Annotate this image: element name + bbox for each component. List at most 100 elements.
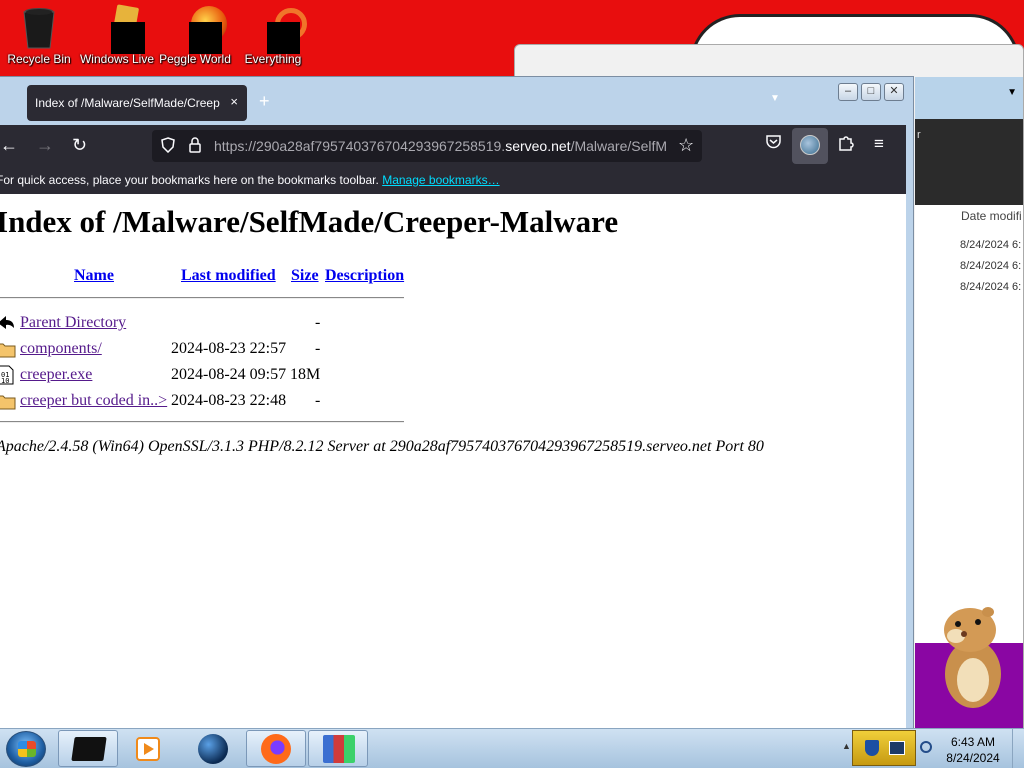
url-subdomain: 290a28af795740376704293967258519. xyxy=(256,138,506,154)
chevron-down-icon[interactable]: ▼ xyxy=(1007,87,1017,98)
file-modified: 2024-08-23 22:57 xyxy=(171,340,287,357)
column-header-size[interactable]: Size xyxy=(291,267,319,285)
divider xyxy=(0,421,404,423)
new-tab-button[interactable]: + xyxy=(259,91,270,112)
hamster-sticker-image xyxy=(940,604,1006,710)
minimize-button[interactable]: – xyxy=(838,83,858,101)
table-row: creeper but coded in..> 2024-08-23 22:48… xyxy=(0,390,330,412)
page-title: Index of /Malware/SelfMade/Creeper-Malwa… xyxy=(0,204,619,239)
globe-icon xyxy=(800,135,820,155)
tab-title: Index of /Malware/SelfMade/Creeper-Malwa… xyxy=(35,96,220,110)
extensions-puzzle-icon[interactable] xyxy=(838,134,854,157)
bluetooth-icon[interactable] xyxy=(920,741,932,753)
tracking-shield-icon[interactable] xyxy=(160,137,176,157)
show-hidden-icons-icon[interactable]: ▲ xyxy=(842,741,851,751)
server-signature: Apache/2.4.58 (Win64) OpenSSL/3.1.3 PHP/… xyxy=(0,438,764,455)
folder-icon xyxy=(0,391,16,411)
partial-title: r xyxy=(917,129,921,141)
taskbar-app-black[interactable] xyxy=(58,730,118,767)
bookmarks-toolbar-message: For quick access, place your bookmarks h… xyxy=(0,173,500,187)
url-text[interactable]: https://290a28af795740376704293967258519… xyxy=(214,138,666,154)
svg-text:10: 10 xyxy=(1,377,9,385)
background-window-titlebar[interactable] xyxy=(915,77,1023,119)
column-header-last-modified[interactable]: Last modified xyxy=(181,267,276,285)
back-arrow-icon[interactable]: ← xyxy=(0,135,18,155)
manage-bookmarks-link[interactable]: Manage bookmarks… xyxy=(382,173,499,187)
file-link[interactable]: creeper.exe xyxy=(20,366,92,384)
network-icon xyxy=(889,741,905,755)
reload-icon[interactable]: ↻ xyxy=(72,135,87,155)
desktop-icon-label: Peggle World xyxy=(159,52,231,66)
file-size: 18M xyxy=(290,366,321,383)
clock-date: 8/24/2024 xyxy=(946,751,1000,765)
maximize-button[interactable]: □ xyxy=(861,83,881,101)
desktop-icon-recycle-bin[interactable]: Recycle Bin xyxy=(0,4,78,66)
page-content: Index of /Malware/SelfMade/Creeper-Malwa… xyxy=(0,194,906,731)
taskbar: ▲ 6:43 AM 8/24/2024 xyxy=(0,728,1024,768)
column-header-name[interactable]: Name xyxy=(74,267,114,285)
list-item-date[interactable]: 8/24/2024 6: xyxy=(960,239,1021,251)
url-prefix: https:// xyxy=(214,138,257,154)
back-arrow-icon xyxy=(0,313,16,333)
url-path: /Malware/SelfMade/Creeper-Malware/ xyxy=(570,138,666,154)
file-link[interactable]: components/ xyxy=(20,340,102,358)
bookmark-star-icon[interactable]: ☆ xyxy=(678,135,694,156)
peggle-world-icon xyxy=(175,6,227,54)
windows-live-icon xyxy=(97,4,145,54)
pocket-icon[interactable] xyxy=(765,134,782,155)
taskbar-clock[interactable]: 6:43 AM 8/24/2024 xyxy=(938,734,1008,766)
tab-close-icon[interactable]: × xyxy=(230,94,238,109)
desktop-icon-label: Windows Live xyxy=(79,52,155,66)
desktop-icon-peggle-world[interactable]: Peggle World xyxy=(156,4,234,66)
url-domain: serveo.net xyxy=(505,138,571,154)
folder-icon xyxy=(0,339,16,359)
globe-icon xyxy=(198,734,228,764)
file-link[interactable]: Parent Directory xyxy=(20,314,126,332)
desktop-icon-everything[interactable]: Everything xyxy=(234,4,312,66)
file-size: - xyxy=(315,340,321,357)
firefox-window[interactable]: – □ ✕ Index of /Malware/SelfMade/Creeper… xyxy=(0,76,914,731)
bookmarks-toolbar: For quick access, place your bookmarks h… xyxy=(0,167,906,194)
table-row: Parent Directory - xyxy=(0,312,330,334)
table-row: 01 10 creeper.exe 2024-08-24 09:57 18M xyxy=(0,364,330,386)
list-all-tabs-icon[interactable]: ▼ xyxy=(770,93,780,104)
system-tray-icons[interactable] xyxy=(852,730,916,766)
start-button[interactable] xyxy=(6,731,46,767)
table-row: components/ 2024-08-23 22:57 - xyxy=(0,338,330,360)
desktop-icon-windows-live[interactable]: Windows Live xyxy=(78,4,156,66)
taskbar-app-media-player[interactable] xyxy=(120,730,180,767)
column-header-date-modified[interactable]: Date modifi xyxy=(961,209,1022,223)
taskbar-app-winrar[interactable] xyxy=(308,730,368,767)
file-size: - xyxy=(315,392,321,409)
desktop-icon-label: Everything xyxy=(244,52,302,66)
list-item-date[interactable]: 8/24/2024 6: xyxy=(960,281,1021,293)
shield-icon xyxy=(865,740,879,756)
winrar-icon xyxy=(323,735,355,763)
hamburger-menu-icon[interactable]: ≡ xyxy=(874,134,884,154)
desktop-icon-label: Recycle Bin xyxy=(7,52,71,66)
navigation-toolbar: ← → ↻ https://290a28af795740376704293967… xyxy=(0,125,906,167)
clock-time: 6:43 AM xyxy=(950,735,996,749)
file-modified: 2024-08-23 22:48 xyxy=(171,392,287,409)
binary-file-icon: 01 10 xyxy=(0,365,16,385)
bookmarks-hint-text: For quick access, place your bookmarks h… xyxy=(0,173,379,187)
file-link[interactable]: creeper but coded in..> xyxy=(20,392,167,410)
background-window-toolbar: r xyxy=(915,119,1023,205)
divider xyxy=(0,297,404,299)
firefox-icon xyxy=(261,734,291,764)
profile-globe-button[interactable] xyxy=(792,128,828,164)
forward-arrow-icon[interactable]: → xyxy=(36,135,54,155)
close-window-button[interactable]: ✕ xyxy=(884,83,904,101)
show-desktop-button[interactable] xyxy=(1012,729,1024,768)
taskbar-app-globe[interactable] xyxy=(184,730,244,767)
column-header-description[interactable]: Description xyxy=(325,267,404,285)
windows-flag-icon xyxy=(18,741,36,757)
list-item-date[interactable]: 8/24/2024 6: xyxy=(960,260,1021,272)
tab-active[interactable]: Index of /Malware/SelfMade/Creeper-Malwa… xyxy=(27,85,247,121)
file-list-pane[interactable]: Date modifi 8/24/2024 6: 8/24/2024 6: 8/… xyxy=(915,205,1023,643)
everything-search-icon xyxy=(253,6,307,54)
taskbar-app-firefox[interactable] xyxy=(246,730,306,767)
url-bar[interactable]: https://290a28af795740376704293967258519… xyxy=(152,130,702,162)
recycle-bin-icon xyxy=(19,6,59,49)
lock-icon[interactable] xyxy=(188,137,202,157)
